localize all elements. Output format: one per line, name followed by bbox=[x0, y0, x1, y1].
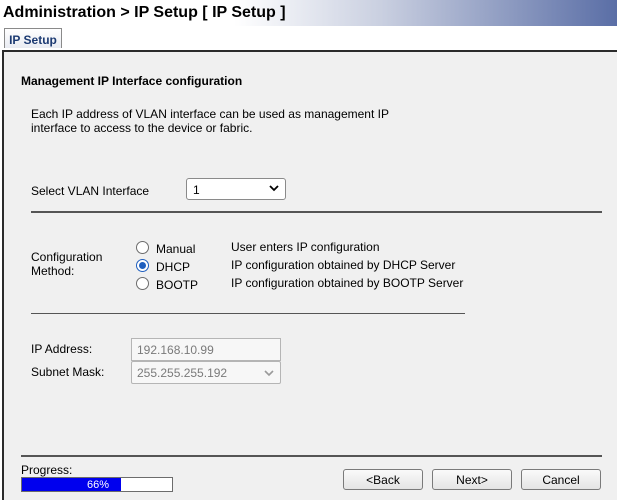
vlan-interface-label: Select VLAN Interface bbox=[31, 184, 150, 198]
chevron-down-icon bbox=[269, 183, 279, 193]
vlan-interface-select[interactable]: 1 bbox=[186, 178, 286, 200]
manual-description: User enters IP configuration bbox=[231, 240, 380, 254]
radio-bootp[interactable] bbox=[136, 277, 149, 290]
dhcp-description: IP configuration obtained by DHCP Server bbox=[231, 258, 456, 272]
config-panel: Management IP Interface configuration Ea… bbox=[2, 50, 617, 500]
tab-ip-setup[interactable]: IP Setup bbox=[4, 28, 62, 48]
radio-manual-label[interactable]: Manual bbox=[156, 242, 195, 256]
progress-bar: 66% bbox=[21, 477, 173, 492]
configuration-method-label-line-2: Method: bbox=[31, 264, 75, 278]
subnet-mask-label: Subnet Mask: bbox=[31, 365, 105, 379]
bootp-description: IP configuration obtained by BOOTP Serve… bbox=[231, 276, 464, 290]
vlan-interface-value: 1 bbox=[193, 183, 200, 197]
configuration-method-label: Configuration Method: bbox=[31, 250, 102, 278]
tab-strip: IP Setup bbox=[0, 26, 617, 50]
radio-dhcp[interactable] bbox=[136, 259, 149, 272]
configuration-method-label-line-1: Configuration bbox=[31, 250, 103, 264]
ip-address-field: 192.168.10.99 bbox=[131, 338, 281, 361]
section-title: Management IP Interface configuration bbox=[21, 74, 243, 88]
subnet-mask-select: 255.255.255.192 bbox=[131, 361, 281, 384]
radio-dhcp-label[interactable]: DHCP bbox=[156, 260, 190, 274]
radio-manual[interactable] bbox=[136, 241, 149, 254]
subnet-mask-value: 255.255.255.192 bbox=[137, 366, 228, 380]
section-description: Each IP address of VLAN interface can be… bbox=[31, 107, 389, 135]
ip-address-label: IP Address: bbox=[31, 342, 93, 356]
description-line-2: interface to access to the device or fab… bbox=[31, 121, 253, 135]
back-button[interactable]: <Back bbox=[343, 469, 423, 490]
divider bbox=[31, 313, 465, 314]
title-bar: Administration > IP Setup [ IP Setup ] bbox=[0, 0, 617, 26]
progress-label: Progress: bbox=[21, 463, 73, 477]
divider bbox=[21, 455, 602, 457]
radio-bootp-label[interactable]: BOOTP bbox=[156, 278, 198, 292]
ip-address-value: 192.168.10.99 bbox=[137, 343, 214, 357]
page-title: Administration > IP Setup [ IP Setup ] bbox=[3, 4, 286, 21]
chevron-down-icon bbox=[264, 367, 274, 381]
description-line-1: Each IP address of VLAN interface can be… bbox=[31, 107, 389, 121]
cancel-button[interactable]: Cancel bbox=[521, 469, 601, 490]
divider bbox=[31, 211, 602, 213]
progress-percent: 66% bbox=[86, 479, 110, 491]
next-button[interactable]: Next> bbox=[432, 469, 512, 490]
